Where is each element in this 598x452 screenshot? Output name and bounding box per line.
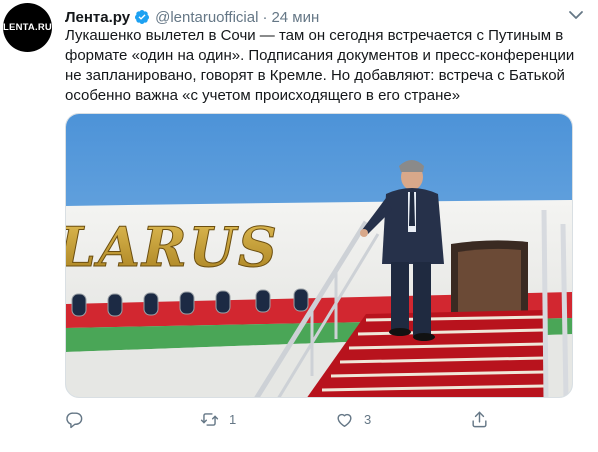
tweet-card[interactable]: LENTA.RU Лента.ру @lentaruofficial · 24 … [0, 0, 598, 452]
retweet-icon [200, 412, 219, 426]
share-button[interactable] [470, 408, 489, 430]
verified-badge-icon [135, 10, 150, 24]
tweet-photo[interactable]: LARUS [65, 113, 573, 398]
author-name[interactable]: Лента.ру [65, 9, 130, 26]
chevron-down-icon[interactable] [568, 8, 584, 22]
timestamp[interactable]: 24 мин [271, 9, 319, 26]
reply-icon [66, 411, 83, 428]
separator-dot: · [262, 8, 268, 26]
avatar[interactable]: LENTA.RU [3, 3, 52, 52]
photo-plane-steps: LARUS [66, 114, 572, 397]
tweet-actions: 1 3 [65, 408, 487, 430]
tweet-header: Лента.ру @lentaruofficial · 24 мин [65, 7, 319, 27]
avatar-logo-text: LENTA.RU [3, 22, 52, 33]
tweet-text: Лукашенко вылетел в Сочи — там он сегодн… [65, 27, 575, 104]
like-count: 3 [364, 411, 372, 427]
retweet-count: 1 [229, 411, 237, 427]
like-button[interactable]: 3 [335, 408, 371, 430]
heart-icon [337, 413, 352, 427]
photo-lettering: LARUS [66, 215, 279, 279]
share-icon [472, 411, 487, 427]
reply-button[interactable] [65, 408, 94, 430]
retweet-button[interactable]: 1 [200, 408, 236, 430]
author-handle[interactable]: @lentaruofficial [155, 9, 258, 26]
